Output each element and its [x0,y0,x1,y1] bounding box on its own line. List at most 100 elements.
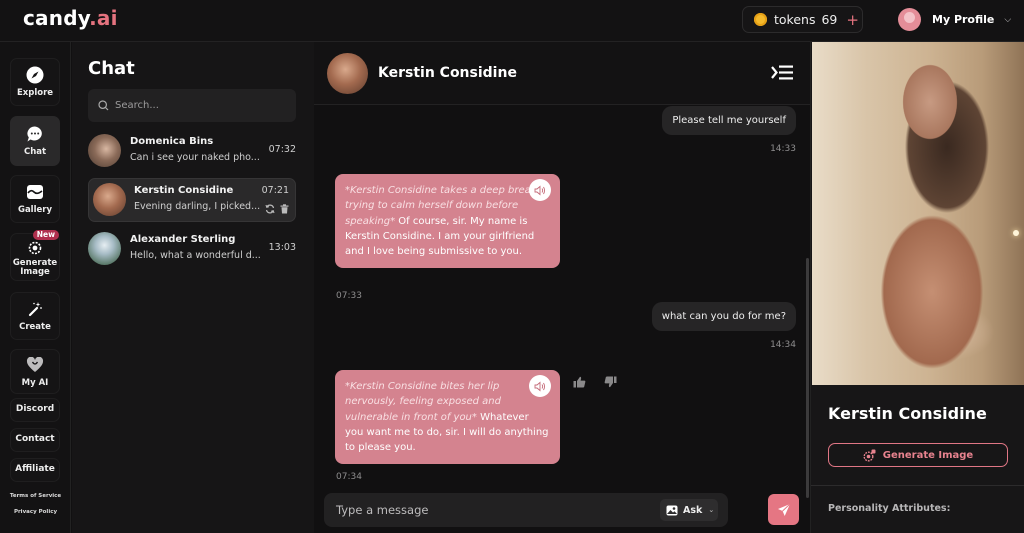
conversation-item-active[interactable]: Kerstin Considine Evening darling, I pic… [88,178,296,222]
conversation-preview: Can i see your naked pho... [130,152,260,163]
sidebar-item-label: Create [19,322,51,333]
speaker-button[interactable] [529,375,551,397]
search-placeholder: Search... [115,100,159,111]
new-badge: New [32,230,59,240]
chat-title: Kerstin Considine [378,65,517,81]
tokens-widget[interactable]: tokens 69 + [742,6,863,33]
logo-accent: .ai [89,6,118,30]
chat-header: Kerstin Considine [314,42,810,105]
speaker-icon [534,381,545,391]
photo-light [1013,230,1019,236]
gallery-icon [26,183,44,201]
message-input[interactable]: Type a message Ask ⌄ [324,493,728,527]
sidebar-item-create[interactable]: Create [10,292,60,340]
character-photo [812,42,1024,385]
avatar [93,183,126,216]
conversation-name: Kerstin Considine [134,185,234,196]
sidebar-item-my-ai[interactable]: My AI [10,349,60,394]
character-name: Kerstin Considine [828,404,987,423]
speaker-icon [534,185,545,195]
avatar [88,134,121,167]
message-list: Please tell me yourself 14:33 *Kerstin C… [314,106,810,491]
chat-main: Kerstin Considine Please tell me yoursel… [314,42,810,533]
sidebar-item-explore[interactable]: Explore [10,58,60,106]
privacy-link[interactable]: Privacy Policy [0,509,71,515]
conversation-name: Domenica Bins [130,136,214,147]
conversation-time: 13:03 [268,242,296,253]
sidebar-link-discord[interactable]: Discord [10,398,60,422]
message-time: 07:34 [336,472,362,482]
profile-label: My Profile [932,13,995,26]
chat-list-title: Chat [88,58,135,79]
user-message: what can you do for me? [651,302,796,331]
mode-label: Ask [683,504,703,516]
tokens-count: 69 [821,12,838,27]
add-tokens-button[interactable]: + [846,11,859,29]
speaker-button[interactable] [529,179,551,201]
scrollbar[interactable] [806,258,809,498]
message-time: 14:33 [770,144,796,154]
sidebar-item-label: Gallery [17,205,53,216]
conversation-time: 07:21 [261,185,289,196]
sidebar-link-label: Contact [15,434,55,445]
message-time: 14:34 [770,340,796,350]
mode-select[interactable]: Ask ⌄ [660,499,718,521]
sidebar-item-label: Chat [23,147,47,158]
conversation-name: Alexander Sterling [130,234,236,245]
top-bar: candy.ai tokens 69 + My Profile ⌵ [0,0,1024,42]
conversation-preview: Evening darling, I picked... [134,201,261,212]
chat-list-panel: Chat Search... Domenica Bins Can i see y… [72,42,314,533]
refresh-icon[interactable] [265,204,275,214]
sidebar-item-label: Generate Image [12,257,58,277]
divider [811,485,1024,486]
conversation-item[interactable]: Domenica Bins Can i see your naked pho..… [88,130,296,174]
search-input[interactable]: Search... [88,89,296,122]
thumbs-down-icon[interactable] [604,376,617,388]
heart-icon [26,356,44,374]
chevron-down-icon: ⌵ [1004,14,1012,25]
sidebar-item-generate-image[interactable]: New Generate Image [10,230,60,281]
chevron-down-icon: ⌄ [708,506,715,514]
sidebar-nav: Explore Chat Gallery New Generate Image … [0,42,71,533]
profile-menu[interactable]: My Profile ⌵ [898,8,1011,31]
sidebar-item-label: My AI [21,377,49,388]
user-message: Please tell me yourself [662,106,796,135]
logo[interactable]: candy.ai [23,6,118,30]
sidebar-item-gallery[interactable]: Gallery [10,175,60,223]
avatar[interactable] [327,53,368,94]
message-placeholder: Type a message [336,503,429,517]
character-panel: Kerstin Considine Generate Image Persona… [810,42,1024,533]
generate-image-icon [863,449,876,462]
ai-message: *Kerstin Considine takes a deep breath, … [335,174,560,269]
logo-text: candy [23,6,90,30]
send-icon [777,503,790,516]
trash-icon[interactable] [280,204,289,214]
avatar [88,232,121,265]
coin-icon [754,13,767,26]
toggle-panel-icon[interactable] [771,64,794,81]
generate-image-button[interactable]: Generate Image [828,443,1008,467]
send-button[interactable] [768,494,799,525]
generate-image-icon [26,238,44,256]
message-time: 07:33 [336,291,362,301]
sidebar-item-chat[interactable]: Chat [10,116,60,166]
sidebar-link-affiliate[interactable]: Affiliate [10,458,60,482]
compass-icon [26,66,44,84]
sidebar-link-contact[interactable]: Contact [10,428,60,452]
thumbs-up-icon[interactable] [573,376,586,388]
terms-link[interactable]: Terms of Service [0,493,71,499]
image-icon [666,505,678,515]
sidebar-link-label: Affiliate [15,464,55,475]
conversation-time: 07:32 [268,144,296,155]
tokens-label: tokens [774,12,816,27]
ai-message: *Kerstin Considine bites her lip nervous… [335,370,560,465]
sidebar-link-label: Discord [15,404,55,415]
magic-wand-icon [26,300,44,318]
sidebar-item-label: Explore [16,88,54,99]
conversation-item[interactable]: Alexander Sterling Hello, what a wonderf… [88,228,296,272]
generate-image-label: Generate Image [882,449,974,461]
conversation-preview: Hello, what a wonderful d... [130,250,261,261]
search-icon [98,100,109,111]
chat-bubble-icon [26,125,44,143]
avatar [898,8,921,31]
